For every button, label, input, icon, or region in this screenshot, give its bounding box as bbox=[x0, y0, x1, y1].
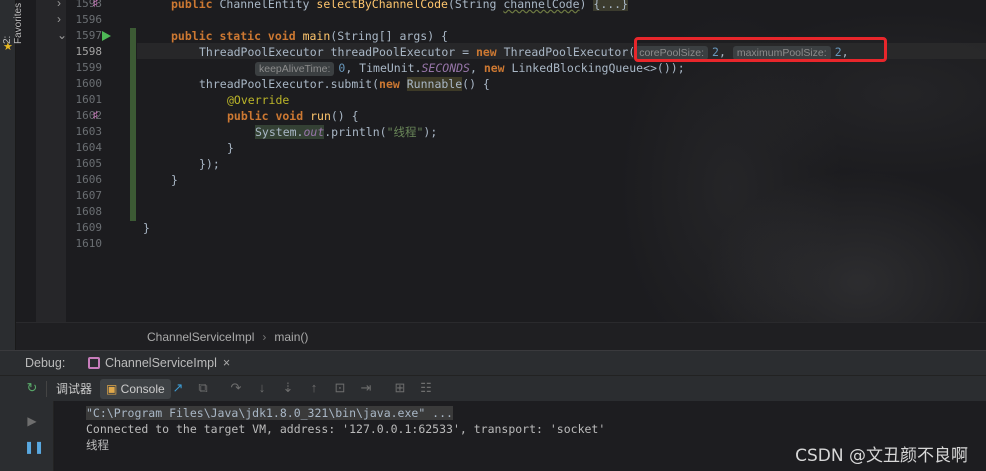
line-number: 1604 bbox=[75, 141, 103, 154]
code-line-1600: threadPoolExecutor.submit(new Runnable()… bbox=[199, 77, 490, 91]
override-icon[interactable]: ♯ bbox=[93, 0, 98, 9]
code-line-1593: public ChannelEntity selectByChannelCode… bbox=[171, 0, 629, 12]
debug-session-tab[interactable]: ChannelServiceImpl × bbox=[88, 353, 236, 374]
tab-console[interactable]: ▣ Console bbox=[100, 379, 171, 399]
debug-left-strip bbox=[0, 401, 16, 471]
code-line-1602: public void run() { bbox=[227, 109, 359, 123]
pause-icon[interactable]: ❚❚ bbox=[24, 439, 44, 455]
highlight-box bbox=[634, 37, 887, 62]
fold-column bbox=[36, 0, 66, 322]
line-number: 1607 bbox=[75, 189, 103, 202]
debug-label: Debug: bbox=[25, 356, 66, 370]
debug-toolbar: ↻ 调试器 ▣ Console ↗ ⧉ ↷ ↓ ⇣ ↑ ⊡ ⇥ ⊞ ☷ bbox=[0, 375, 986, 401]
code-line-1601: @Override bbox=[227, 93, 290, 107]
resume-icon[interactable]: ▶ bbox=[24, 413, 40, 429]
restore-layout-icon[interactable]: ↗ bbox=[170, 380, 186, 396]
line-number: 1605 bbox=[75, 157, 103, 170]
console-icon: ▣ bbox=[106, 382, 121, 396]
line-number: 1597 bbox=[75, 29, 103, 42]
code-line-1604: } bbox=[227, 141, 234, 155]
line-number: 1609 bbox=[75, 221, 103, 234]
step-out-icon[interactable]: ↑ bbox=[306, 380, 322, 396]
breadcrumb: ChannelServiceImpl › main() bbox=[16, 322, 986, 350]
line-number: 1601 bbox=[75, 93, 103, 106]
code-line-1603: System.out.println("线程"); bbox=[255, 125, 438, 139]
line-number: 1600 bbox=[75, 77, 103, 90]
show-execution-point-icon[interactable]: ⧉ bbox=[195, 380, 211, 396]
breadcrumb-method[interactable]: main() bbox=[274, 330, 308, 344]
rerun-icon[interactable]: ↻ bbox=[24, 380, 40, 396]
chevron-down-icon[interactable]: ⌄ bbox=[57, 28, 67, 42]
tab-debugger[interactable]: 调试器 bbox=[56, 379, 92, 399]
console-line: "C:\Program Files\Java\jdk1.8.0_321\bin\… bbox=[86, 406, 453, 420]
star-icon: ★ bbox=[3, 41, 13, 53]
close-icon[interactable]: × bbox=[223, 356, 230, 370]
step-into-icon[interactable]: ↓ bbox=[254, 380, 270, 396]
code-line-1597: public static void main(String[] args) { bbox=[171, 29, 448, 43]
override-icon[interactable]: ♯ bbox=[93, 110, 98, 121]
watermark: CSDN @文丑颜不良啊 bbox=[795, 446, 968, 466]
force-step-into-icon[interactable]: ⇣ bbox=[280, 380, 296, 396]
chevron-right-icon[interactable]: › bbox=[57, 0, 61, 10]
run-icon[interactable] bbox=[102, 31, 111, 41]
debug-tool-window-header: Debug: ChannelServiceImpl × bbox=[0, 350, 986, 375]
evaluate-expression-icon[interactable]: ⊞ bbox=[392, 380, 408, 396]
toolbar-separator bbox=[46, 381, 47, 397]
trace-icon[interactable]: ☷ bbox=[418, 380, 434, 396]
code-line-1609: } bbox=[143, 221, 150, 235]
code-line-1606: } bbox=[171, 173, 178, 187]
debug-side-toolbar: ▶ ❚❚ ✎ ⇵ bbox=[16, 401, 65, 471]
line-number: 1598 bbox=[75, 45, 103, 58]
step-over-icon[interactable]: ↷ bbox=[228, 380, 244, 396]
line-number: 1603 bbox=[75, 125, 103, 138]
line-number: 1608 bbox=[75, 205, 103, 218]
chevron-right-icon[interactable]: › bbox=[57, 12, 61, 26]
line-number: 1606 bbox=[75, 173, 103, 186]
line-number: 1596 bbox=[75, 13, 103, 26]
breadcrumb-class[interactable]: ChannelServiceImpl bbox=[147, 330, 254, 344]
line-number: 1599 bbox=[75, 61, 103, 74]
drop-frame-icon[interactable]: ⊡ bbox=[332, 380, 348, 396]
console-line: 线程 bbox=[86, 438, 109, 452]
line-number: 1610 bbox=[75, 237, 103, 250]
code-line-1599: keepAliveTime: 0, TimeUnit.SECONDS, new L… bbox=[255, 60, 685, 76]
vcs-change-marker bbox=[130, 28, 136, 221]
run-to-cursor-icon[interactable]: ⇥ bbox=[358, 380, 374, 396]
chevron-right-icon: › bbox=[262, 330, 267, 344]
code-line-1605: }); bbox=[199, 157, 220, 171]
class-icon bbox=[88, 357, 100, 369]
param-hint-keepAliveTime: keepAliveTime: bbox=[255, 62, 335, 76]
console-line: Connected to the target VM, address: '12… bbox=[86, 422, 606, 436]
